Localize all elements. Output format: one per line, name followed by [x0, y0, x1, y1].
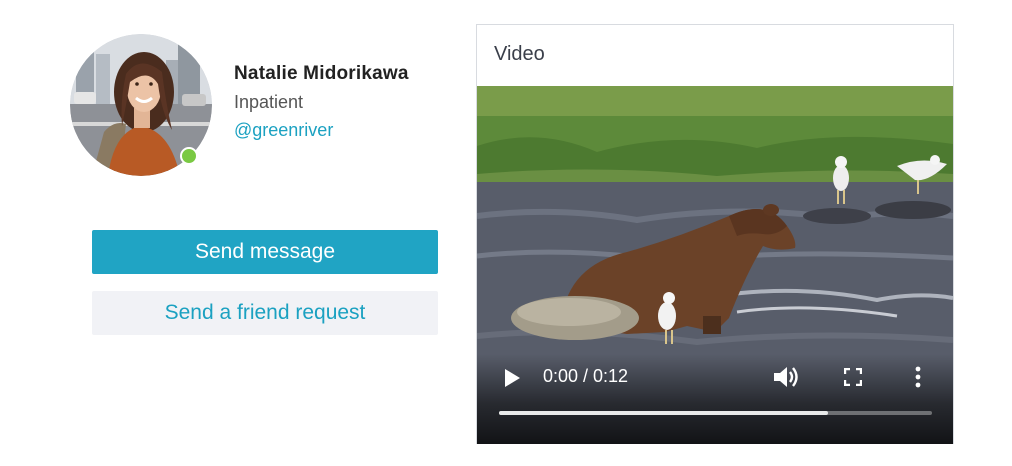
fullscreen-icon[interactable]: [844, 368, 862, 386]
profile-role: Inpatient: [234, 92, 304, 112]
video-player[interactable]: 0:00 / 0:12: [477, 86, 953, 444]
volume-icon[interactable]: [773, 365, 799, 389]
online-status-indicator: [180, 147, 198, 165]
video-progress-track[interactable]: [499, 411, 932, 415]
more-vertical-icon[interactable]: [914, 366, 922, 388]
send-friend-request-button[interactable]: Send a friend request: [92, 291, 438, 335]
video-card-title: Video: [494, 43, 545, 65]
video-buffered-fill: [499, 411, 829, 415]
video-card: Video 0:00 / 0:12: [476, 24, 954, 444]
send-message-button[interactable]: Send message: [92, 230, 438, 274]
video-time-display: 0:00 / 0:12: [543, 366, 629, 386]
profile-name: Natalie Midorikawa: [234, 63, 409, 84]
play-icon[interactable]: [503, 368, 521, 388]
profile-handle-link[interactable]: @greenriver: [234, 120, 333, 141]
